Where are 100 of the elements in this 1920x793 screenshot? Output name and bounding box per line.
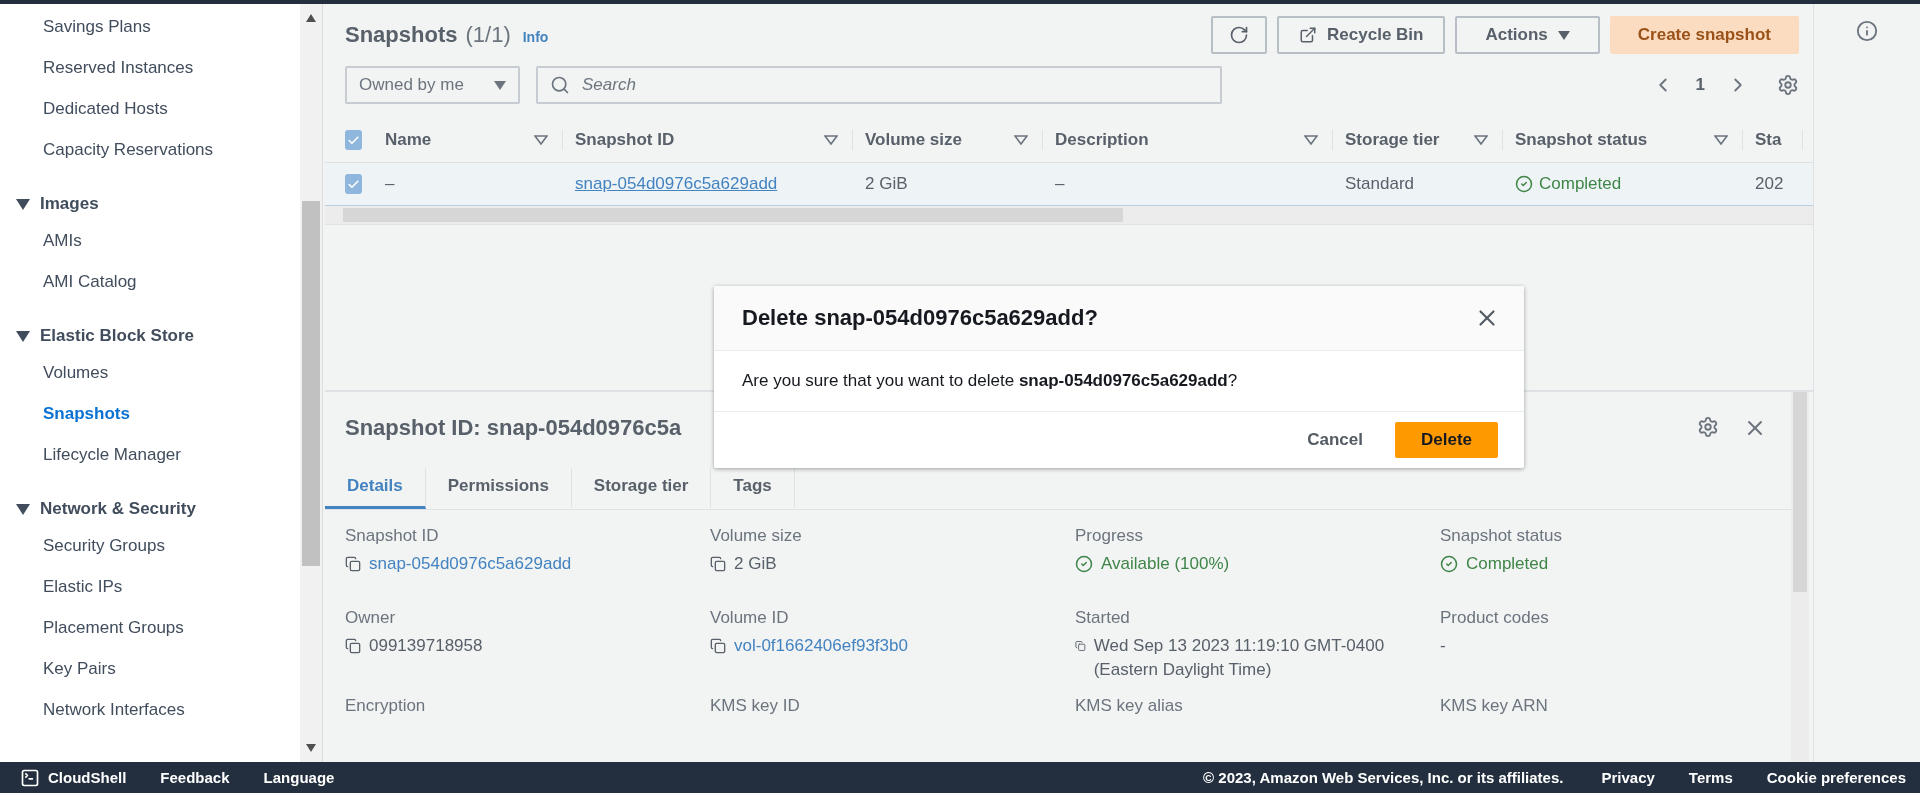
- field-value: Wed Sep 13 2023 11:19:10 GMT-0400 (Eastern Daylight Time): [1093, 635, 1386, 681]
- field-label: Started: [1075, 608, 1130, 628]
- nav-section-header[interactable]: Network & Security: [0, 475, 300, 525]
- column-header[interactable]: Snapshot status: [1515, 130, 1648, 150]
- scroll-up-icon[interactable]: [306, 14, 316, 22]
- copyright-text: © 2023, Amazon Web Services, Inc. or its affiliates.: [1203, 769, 1564, 786]
- field-link[interactable]: vol-0f1662406ef93f3b0: [734, 634, 908, 658]
- actions-button[interactable]: Actions: [1455, 16, 1600, 54]
- nav-item[interactable]: Security Groups: [0, 525, 300, 566]
- selection-count: (1/1): [465, 22, 511, 48]
- recycle-bin-button[interactable]: Recycle Bin: [1277, 16, 1446, 54]
- details-tab[interactable]: Storage tier: [571, 468, 712, 509]
- owner-filter-select[interactable]: Owned by me: [345, 66, 520, 104]
- field-label: Product codes: [1440, 608, 1549, 628]
- settings-icon[interactable]: [1697, 416, 1719, 438]
- field-label: KMS key ARN: [1440, 696, 1548, 716]
- column-header[interactable]: Name: [385, 130, 432, 150]
- refresh-icon: [1229, 25, 1250, 45]
- terminal-icon: [20, 767, 40, 788]
- check-icon: [347, 177, 360, 191]
- nav-section-header[interactable]: Elastic Block Store: [0, 302, 300, 352]
- field-label: Volume ID: [710, 608, 789, 628]
- search-icon: [550, 75, 570, 95]
- footer-link[interactable]: Terms: [1688, 769, 1733, 786]
- nav-item[interactable]: Reserved Instances: [0, 47, 300, 88]
- field-label: Owner: [345, 608, 396, 628]
- copy-icon: [1075, 638, 1086, 654]
- info-link[interactable]: Info: [522, 29, 549, 45]
- column-header[interactable]: Description: [1055, 130, 1149, 150]
- sort-icon[interactable]: [1014, 135, 1028, 145]
- field-link[interactable]: snap-054d0976c5a629add: [369, 552, 572, 576]
- nav-item[interactable]: Lifecycle Manager: [0, 434, 300, 475]
- sidebar-scrollbar[interactable]: [300, 4, 323, 762]
- sort-icon[interactable]: [1474, 135, 1488, 145]
- details-tab[interactable]: Details: [325, 468, 426, 509]
- feedback-link[interactable]: Feedback: [160, 769, 230, 786]
- info-icon[interactable]: [1856, 20, 1878, 42]
- table-cell: Completed: [1539, 174, 1622, 194]
- cloudshell-link[interactable]: CloudShell: [20, 767, 127, 788]
- nav-item[interactable]: Savings Plans: [0, 6, 300, 47]
- field-label: Encryption: [345, 696, 426, 716]
- delete-button[interactable]: Delete: [1394, 422, 1498, 458]
- table-cell: 2 GiB: [865, 174, 908, 194]
- scroll-down-icon[interactable]: [306, 744, 316, 752]
- nav-item[interactable]: Key Pairs: [0, 648, 300, 689]
- field-value: Completed: [1466, 553, 1549, 575]
- dialog-title: Delete snap-054d0976c5a629add?: [742, 305, 1098, 331]
- details-scrollbar[interactable]: [1791, 392, 1809, 762]
- nav-item[interactable]: Volumes: [0, 352, 300, 393]
- column-header[interactable]: Sta: [1755, 130, 1782, 150]
- cancel-button[interactable]: Cancel: [1289, 422, 1381, 458]
- nav-item[interactable]: Dedicated Hosts: [0, 88, 300, 129]
- nav-item[interactable]: Snapshots: [0, 393, 300, 434]
- language-link[interactable]: Language: [263, 769, 335, 786]
- nav-item[interactable]: AMI Catalog: [0, 261, 300, 302]
- nav-item[interactable]: Network Interfaces: [0, 689, 300, 730]
- column-header[interactable]: Snapshot ID: [575, 130, 675, 150]
- column-header[interactable]: Storage tier: [1345, 130, 1440, 150]
- table-row[interactable]: – snap-054d0976c5a629add 2 GiB – Standard Completed 202: [325, 163, 1813, 206]
- settings-icon[interactable]: [1777, 74, 1799, 96]
- create-snapshot-button[interactable]: Create snapshot: [1609, 16, 1799, 54]
- row-checkbox[interactable]: [345, 174, 362, 194]
- nav-item[interactable]: Elastic IPs: [0, 566, 300, 607]
- caret-icon: [494, 80, 506, 90]
- details-title: Snapshot ID: snap-054d0976c5a: [345, 415, 682, 441]
- nav-item[interactable]: AMIs: [0, 220, 300, 261]
- select-all-checkbox[interactable]: [345, 130, 362, 150]
- copy-icon: [345, 556, 361, 572]
- sort-icon[interactable]: [824, 135, 838, 145]
- copy-icon: [710, 638, 726, 654]
- nav-item[interactable]: Capacity Reservations: [0, 129, 300, 170]
- copy-icon: [345, 638, 361, 654]
- nav-section-title: Network & Security: [40, 499, 196, 519]
- field-label: Snapshot ID: [345, 526, 439, 546]
- sort-icon[interactable]: [1714, 135, 1728, 145]
- horizontal-scrollbar[interactable]: [325, 206, 1813, 224]
- external-link-icon: [1299, 26, 1318, 44]
- footer-link[interactable]: Privacy: [1601, 769, 1655, 786]
- refresh-button[interactable]: [1211, 16, 1268, 54]
- field-label: Snapshot status: [1440, 526, 1562, 546]
- details-tab[interactable]: Permissions: [425, 468, 572, 509]
- dialog-message: Are you sure that you want to delete snap-054d0976c5a629add?: [742, 371, 1238, 390]
- table-cell: –: [385, 174, 395, 194]
- nav-section-header[interactable]: Images: [0, 170, 300, 220]
- check-circle-icon: [1075, 555, 1093, 573]
- check-icon: [347, 133, 360, 147]
- page-number[interactable]: 1: [1695, 75, 1705, 95]
- sort-icon[interactable]: [534, 135, 548, 145]
- search-box[interactable]: Search: [536, 66, 1222, 104]
- footer-link[interactable]: Cookie preferences: [1766, 769, 1906, 786]
- snapshot-id-link[interactable]: snap-054d0976c5a629add: [575, 174, 778, 194]
- column-header[interactable]: Volume size: [865, 130, 962, 150]
- field-label: KMS key alias: [1075, 696, 1183, 716]
- check-circle-icon: [1440, 555, 1458, 573]
- sort-icon[interactable]: [1304, 135, 1318, 145]
- nav-section-title: Elastic Block Store: [40, 326, 194, 346]
- search-field[interactable]: Search: [580, 74, 1208, 96]
- nav-item[interactable]: Placement Groups: [0, 607, 300, 648]
- field-label: Progress: [1075, 526, 1144, 546]
- nav-section-title: Images: [40, 194, 99, 214]
